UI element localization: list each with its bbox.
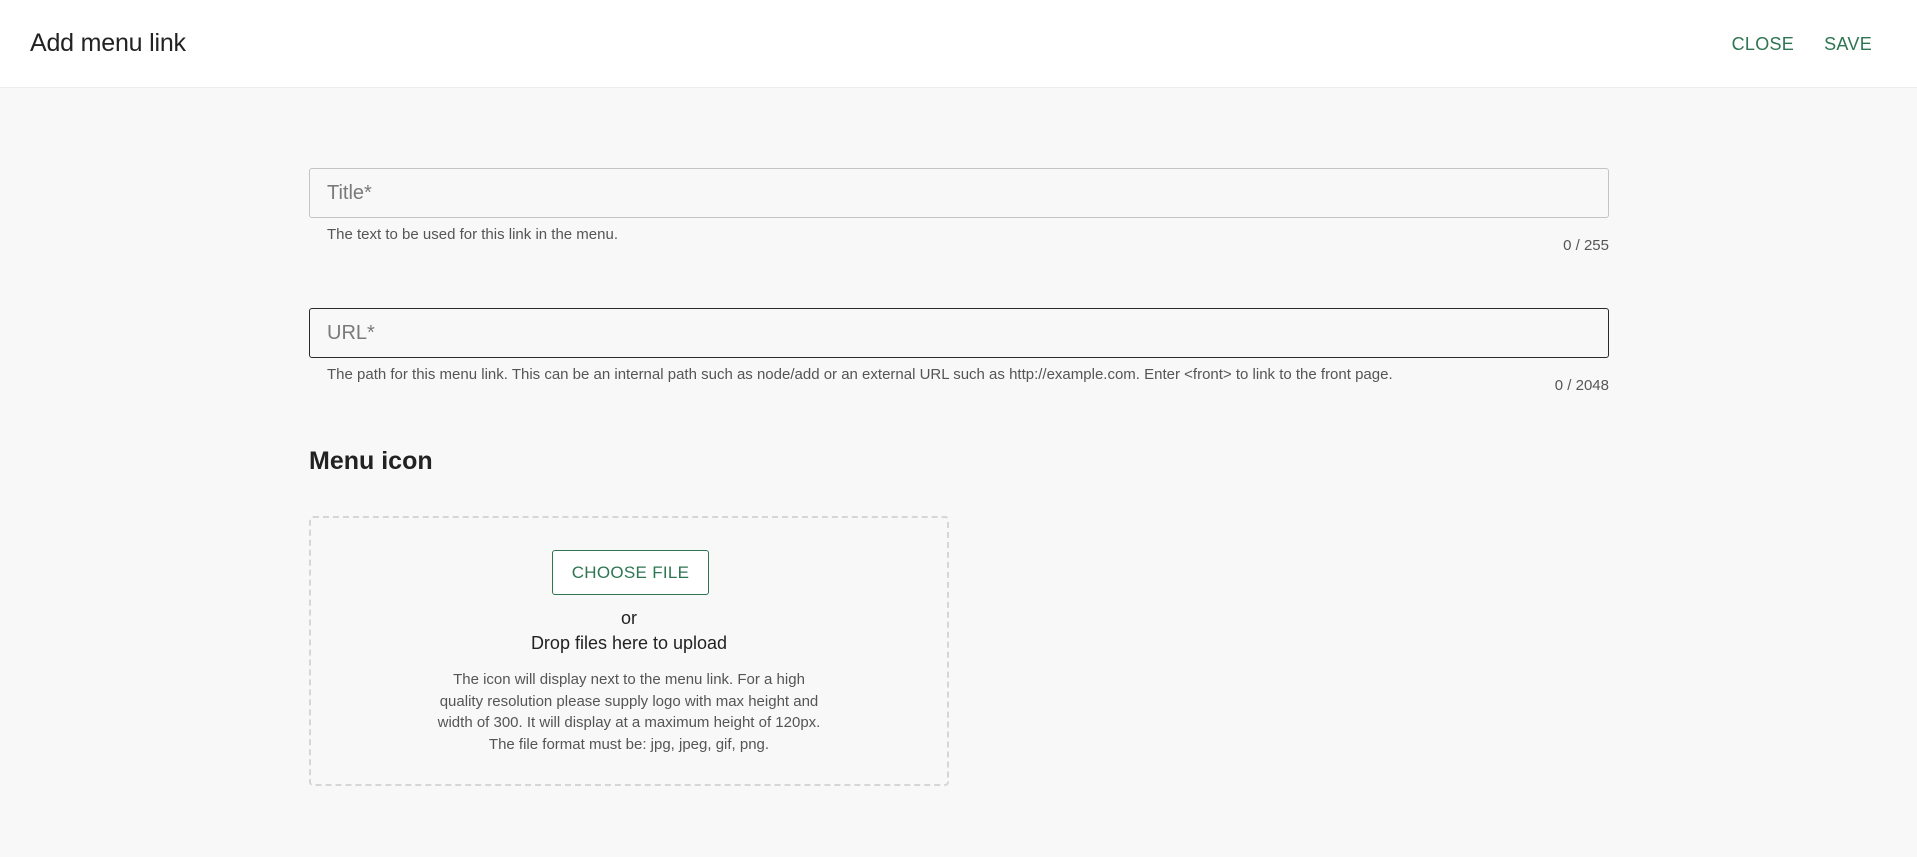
file-dropzone[interactable]: CHOOSE FILE or Drop files here to upload… [309,516,949,786]
title-field: The text to be used for this link in the… [309,168,1609,254]
url-char-counter: 0 / 2048 [1554,377,1609,394]
page-title: Add menu link [30,29,186,57]
choose-file-button[interactable]: CHOOSE FILE [552,550,709,595]
header-actions: CLOSE SAVE [1732,34,1872,55]
close-button[interactable]: CLOSE [1732,34,1795,55]
dropzone-instruction: Drop files here to upload [530,633,728,653]
title-char-counter: 0 / 255 [1563,237,1609,254]
title-input[interactable] [309,168,1609,218]
title-help-text: The text to be used for this link in the… [327,226,618,243]
dialog-header: Add menu link CLOSE SAVE [0,0,1917,88]
dropzone-or-text: or [620,608,637,628]
url-help-text: The path for this menu link. This can be… [327,366,1393,383]
url-field: The path for this menu link. This can be… [309,308,1609,394]
save-button[interactable]: SAVE [1824,34,1872,55]
url-input[interactable] [309,308,1609,358]
menu-icon-help-text: The icon will display next to the menu l… [437,671,821,753]
menu-icon-heading: Menu icon [309,447,433,475]
